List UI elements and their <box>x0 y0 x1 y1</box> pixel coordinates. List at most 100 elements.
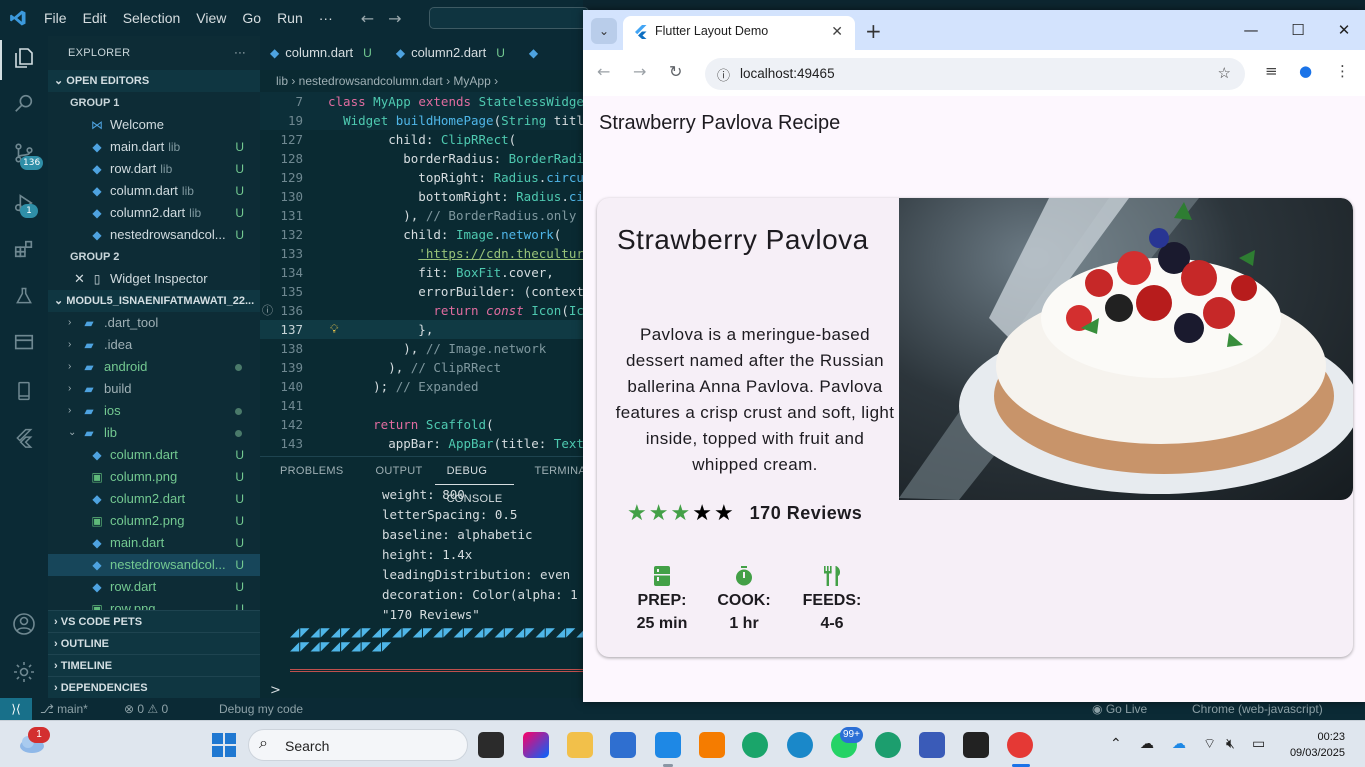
panel-tab[interactable]: DEBUG CONSOLE <box>434 457 515 505</box>
wifi-icon[interactable]: ⌔ <box>1203 735 1216 753</box>
menu-item[interactable]: Go <box>234 0 269 36</box>
kampus-merdeka-icon[interactable] <box>919 732 945 758</box>
nav-forward-icon[interactable]: → <box>388 9 401 28</box>
volume-muted-icon[interactable]: 🔇︎ <box>1226 735 1235 752</box>
profile-avatar-icon[interactable]: ● <box>1299 62 1312 80</box>
account-icon[interactable] <box>10 612 38 640</box>
menu-item[interactable]: File <box>36 0 75 36</box>
code-line[interactable]: 7 class MyApp extends StatelessWidget <box>260 92 583 111</box>
code-line[interactable]: 143 appBar: AppBar(title: Text( <box>260 434 583 453</box>
settings-gear-icon[interactable] <box>10 660 38 688</box>
remote-explorer-icon[interactable] <box>10 332 38 360</box>
code-line[interactable]: 19 Widget buildHomePage(String title <box>260 111 583 130</box>
open-editor-widget-inspector[interactable]: ✕ ▯ Widget Inspector <box>48 268 260 290</box>
file-item[interactable]: ◆ nestedrowsandcol... U <box>48 554 260 576</box>
media-controls-icon[interactable]: ≡ <box>1265 62 1278 80</box>
code-line[interactable]: 134 fit: BoxFit.cover, <box>260 263 583 282</box>
file-item[interactable]: ▣ column.png U <box>48 466 260 488</box>
editor-tab-overflow[interactable]: ◆ <box>519 36 552 70</box>
code-line[interactable]: 130 bottomRight: Radius.cir <box>260 187 583 206</box>
sidebar-section[interactable]: › OUTLINE <box>48 632 260 654</box>
code-line[interactable]: 141 <box>260 396 583 415</box>
folder-item[interactable]: › ▰ ios <box>48 400 260 422</box>
file-item[interactable]: ◆ row.dart U <box>48 576 260 598</box>
code-line[interactable]: 128 borderRadius: BorderRadius. <box>260 149 583 168</box>
windows-start-icon[interactable] <box>211 732 237 758</box>
debug-status[interactable]: Debug my code <box>219 698 303 720</box>
file-item[interactable]: ▣ column2.png U <box>48 510 260 532</box>
file-item[interactable]: ◆ column.dart U <box>48 444 260 466</box>
open-editor-item[interactable]: ◆ column.dart lib U <box>48 180 260 202</box>
browser-tab[interactable]: Flutter Layout Demo ✕ <box>623 16 855 50</box>
sidebar-section[interactable]: › DEPENDENCIES <box>48 676 260 698</box>
code-line[interactable]: 142 return Scaffold( <box>260 415 583 434</box>
search-icon[interactable] <box>10 92 38 120</box>
site-info-icon[interactable]: ⓘ <box>717 65 730 84</box>
tab-search-chevron-icon[interactable]: ⌄ <box>591 18 617 44</box>
back-icon[interactable]: ← <box>597 62 610 81</box>
explorer-more-button[interactable]: ··· <box>234 36 246 70</box>
menu-item[interactable]: Edit <box>75 0 115 36</box>
breadcrumb[interactable]: lib › nestedrowsandcolumn.dart › MyApp › <box>260 70 583 92</box>
sidebar-section[interactable]: › VS CODE PETS <box>48 610 260 632</box>
open-editor-item[interactable]: ◆ row.dart lib U <box>48 158 260 180</box>
lightbulb-icon[interactable]: 💡︎ <box>330 320 338 339</box>
minimize-icon[interactable]: — <box>1228 10 1274 50</box>
tray-chevron-icon[interactable]: ⌃ <box>1110 735 1122 752</box>
file-explorer-icon[interactable] <box>567 732 593 758</box>
code-editor[interactable]: 7 class MyApp extends StatelessWidget 19 W… <box>260 92 583 453</box>
sticky-notes-icon[interactable] <box>963 732 989 758</box>
testing-icon[interactable] <box>10 286 38 314</box>
battery-icon[interactable]: ▭ <box>1252 735 1265 752</box>
folder-item[interactable]: › ▰ .idea <box>48 334 260 356</box>
code-line[interactable]: 139 ), // ClipRRect <box>260 358 583 377</box>
menu-item[interactable]: Run <box>269 0 311 36</box>
code-line[interactable]: 132 child: Image.network( <box>260 225 583 244</box>
folder-item[interactable]: › ▰ android <box>48 356 260 378</box>
maximize-icon[interactable]: ☐ <box>1275 10 1321 50</box>
code-line[interactable]: 129 topRight: Radius.circular <box>260 168 583 187</box>
warning-info-icon[interactable]: ⓘ <box>262 301 273 320</box>
folder-item[interactable]: › ▰ .dart_tool <box>48 312 260 334</box>
open-editors-section[interactable]: ⌄ OPEN EDITORS <box>48 70 260 92</box>
code-line[interactable]: 137 }, 💡︎ <box>260 320 583 339</box>
system-clock[interactable]: 00:23 09/03/2025 <box>1290 729 1345 761</box>
edge-dev-icon[interactable] <box>875 732 901 758</box>
onedrive-icon[interactable]: ☁ <box>1140 735 1154 752</box>
edge-profile-icon[interactable] <box>787 732 813 758</box>
microsoft-store-icon[interactable] <box>610 732 636 758</box>
panel-tab[interactable]: OUTPUT <box>356 457 435 485</box>
flutter-icon[interactable] <box>10 428 38 456</box>
file-item[interactable]: ◆ column2.dart U <box>48 488 260 510</box>
new-tab-icon[interactable]: + <box>865 18 882 44</box>
menu-item[interactable]: View <box>188 0 234 36</box>
onedrive-business-icon[interactable]: ☁ <box>1172 735 1186 752</box>
bookmark-star-icon[interactable]: ☆ <box>1218 64 1231 82</box>
close-window-icon[interactable]: ✕ <box>1321 10 1365 50</box>
editor-tab[interactable]: ◆ column2.dart U <box>386 36 519 70</box>
code-line[interactable]: 140 ); // Expanded <box>260 377 583 396</box>
explorer-icon[interactable] <box>10 46 38 74</box>
open-editor-item[interactable]: ◆ column2.dart lib U <box>48 202 260 224</box>
address-bar[interactable]: ⓘ localhost:49465 ☆ <box>705 58 1245 90</box>
code-line[interactable]: 133 'https://cdn.theculture <box>260 244 583 263</box>
flutter-devices-icon[interactable] <box>10 380 38 408</box>
remote-indicator-icon[interactable]: ⟩⟨ <box>0 698 32 720</box>
edge-icon[interactable] <box>742 732 768 758</box>
open-editor-item[interactable]: ⋈ Welcome <box>48 114 260 136</box>
branch-status[interactable]: ⎇ main* <box>40 698 88 720</box>
code-line[interactable]: 136 return const Icon(Icoⓘ <box>260 301 583 320</box>
chrome-taskbar-icon[interactable] <box>1007 732 1033 758</box>
chrome-menu-icon[interactable]: ⋮ <box>1335 62 1350 80</box>
copilot-icon[interactable] <box>523 732 549 758</box>
folder-item[interactable]: › ▰ build <box>48 378 260 400</box>
reload-icon[interactable]: ↻ <box>669 62 682 81</box>
open-editor-item[interactable]: ◆ main.dart lib U <box>48 136 260 158</box>
sidebar-section[interactable]: › TIMELINE <box>48 654 260 676</box>
close-editor-icon[interactable]: ✕ <box>74 268 85 290</box>
panel-tab[interactable]: PROBLEMS <box>260 457 356 485</box>
code-line[interactable]: 138 ), // Image.network <box>260 339 583 358</box>
folder-item[interactable]: ⌄ ▰ lib <box>48 422 260 444</box>
vscode-taskbar-icon[interactable] <box>655 732 681 758</box>
code-line[interactable]: 135 errorBuilder: (context, <box>260 282 583 301</box>
